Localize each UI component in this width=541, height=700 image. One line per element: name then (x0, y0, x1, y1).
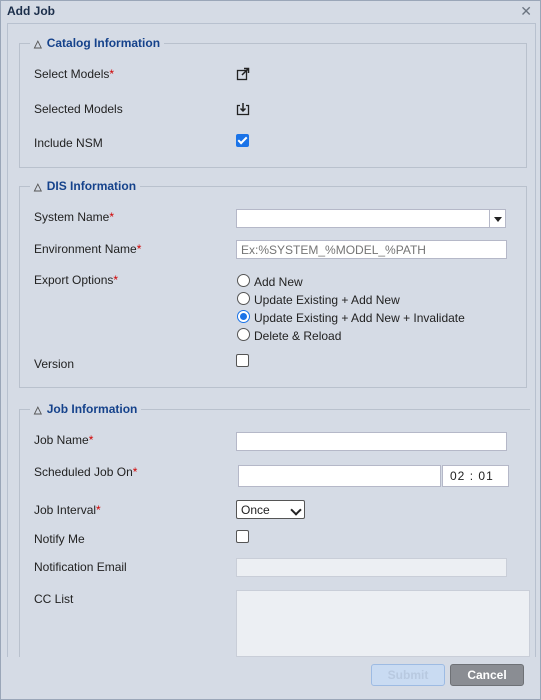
version-checkbox[interactable] (236, 354, 249, 367)
collapse-triangle-icon[interactable]: △ (34, 405, 42, 416)
close-icon[interactable]: ✕ (520, 3, 532, 20)
catalog-information-legend[interactable]: △ Catalog Information (30, 36, 164, 50)
dialog-titlebar[interactable]: Add Job ✕ (1, 1, 540, 21)
system-name-label: System Name* (34, 210, 115, 224)
time-separator: : (469, 469, 475, 483)
export-option-update-add-invalidate-label[interactable]: Update Existing + Add New + Invalidate (254, 311, 465, 325)
environment-name-label: Environment Name* (34, 242, 142, 256)
cancel-button[interactable]: Cancel (450, 664, 524, 686)
notify-me-label: Notify Me (34, 532, 85, 546)
export-option-update-add-radio[interactable] (237, 292, 250, 305)
download-icon[interactable] (236, 102, 250, 116)
system-name-dropdown-button[interactable] (489, 209, 506, 228)
add-job-dialog: Add Job ✕ △ Catalog Information Select Mo… (0, 0, 541, 700)
time-hour[interactable]: 02 (450, 469, 465, 483)
job-information-legend[interactable]: △ Job Information (30, 402, 141, 416)
export-option-add-new-label[interactable]: Add New (254, 275, 303, 289)
job-interval-select[interactable]: Once (236, 500, 305, 519)
dis-information-legend[interactable]: △ DIS Information (30, 179, 140, 193)
submit-button[interactable]: Submit (371, 664, 445, 686)
job-interval-label: Job Interval* (34, 503, 101, 517)
cc-list-label: CC List (34, 592, 74, 606)
notification-email-input[interactable] (236, 558, 507, 577)
notify-me-checkbox[interactable] (236, 530, 249, 543)
selected-models-label: Selected Models (34, 102, 123, 116)
dialog-body: △ Catalog Information Select Models* Sele… (7, 23, 536, 658)
cc-list-textarea[interactable] (236, 590, 530, 657)
export-option-update-add-label[interactable]: Update Existing + Add New (254, 293, 400, 307)
collapse-triangle-icon[interactable]: △ (34, 182, 42, 193)
scheduled-job-on-label: Scheduled Job On* (34, 465, 138, 479)
dialog-footer: Submit Cancel (1, 657, 540, 699)
job-legend-text: Job Information (46, 402, 138, 416)
select-models-label: Select Models* (34, 67, 115, 81)
system-name-input[interactable] (236, 209, 490, 228)
job-name-label: Job Name* (34, 433, 94, 447)
include-nsm-checkbox[interactable] (236, 134, 249, 147)
export-option-add-new-radio[interactable] (237, 274, 250, 287)
dis-legend-text: DIS Information (46, 179, 137, 193)
export-option-update-add-invalidate-radio[interactable] (237, 310, 250, 323)
dialog-title: Add Job (7, 4, 55, 18)
catalog-legend-text: Catalog Information (46, 36, 161, 50)
job-name-input[interactable] (236, 432, 507, 451)
job-interval-value: Once (241, 503, 270, 517)
chevron-down-icon (290, 504, 302, 516)
time-minute[interactable]: 01 (478, 469, 493, 483)
export-option-delete-reload-label[interactable]: Delete & Reload (254, 329, 341, 343)
form-scroll-area[interactable]: △ Catalog Information Select Models* Sele… (8, 24, 535, 657)
scheduled-time-input[interactable]: 02 : 01 (442, 465, 509, 487)
export-options-label: Export Options* (34, 273, 119, 287)
version-label: Version (34, 357, 75, 371)
export-option-delete-reload-radio[interactable] (237, 328, 250, 341)
environment-name-input[interactable] (236, 240, 507, 259)
collapse-triangle-icon[interactable]: △ (34, 39, 42, 50)
scheduled-date-input[interactable] (238, 465, 441, 487)
include-nsm-label: Include NSM (34, 136, 103, 150)
notification-email-label: Notification Email (34, 560, 127, 574)
external-link-icon[interactable] (236, 67, 250, 81)
